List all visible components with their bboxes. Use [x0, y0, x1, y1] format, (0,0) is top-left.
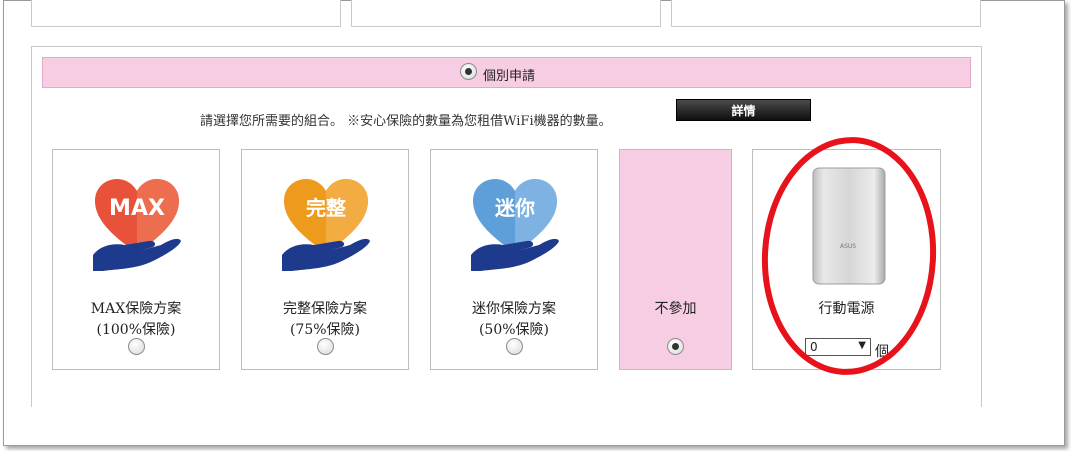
no-join-radio[interactable] — [667, 338, 684, 355]
individual-apply-radio[interactable] — [460, 63, 477, 80]
max-heart-text: MAX — [109, 196, 165, 221]
full-heart-text: 完整 — [306, 196, 346, 220]
previous-option-box-2 — [351, 0, 661, 27]
previous-option-box-3 — [671, 0, 981, 27]
plan-radio-mini[interactable] — [506, 338, 523, 355]
details-button[interactable]: 詳情 — [676, 99, 811, 121]
plan-name: MAX保險方案 — [90, 301, 182, 317]
plan-card-max[interactable]: MAX MAX保險方案 (100%保險) — [52, 149, 220, 370]
plan-card-mini[interactable]: 迷你 迷你保險方案 (50%保險) — [430, 149, 598, 370]
no-join-label: 不參加 — [654, 301, 697, 317]
plan-card-full[interactable]: 完整 完整保險方案 (75%保險) — [241, 149, 409, 370]
mini-heart-text: 迷你 — [494, 196, 535, 220]
plan-name: 完整保險方案 — [283, 301, 367, 317]
plan-radio-max[interactable] — [128, 338, 145, 355]
plan-coverage: (50%保險) — [478, 322, 550, 338]
selection-instruction: 請選擇您所需要的組合。 ※安心保險的數量為您租借WiFi機器的數量。 — [200, 114, 612, 129]
max-heart-hand-icon: MAX — [93, 179, 181, 271]
individual-apply-label: 個別申請 — [483, 69, 536, 84]
mini-heart-hand-icon: 迷你 — [471, 179, 559, 271]
plan-radio-full[interactable] — [317, 338, 334, 355]
no-join-card[interactable]: 不參加 — [619, 149, 732, 370]
previous-option-box-1 — [31, 0, 341, 27]
plan-name: 迷你保險方案 — [472, 301, 556, 317]
plan-coverage: (100%保險) — [96, 322, 176, 338]
plan-coverage: (75%保險) — [289, 322, 361, 338]
full-heart-hand-icon: 完整 — [282, 179, 370, 271]
